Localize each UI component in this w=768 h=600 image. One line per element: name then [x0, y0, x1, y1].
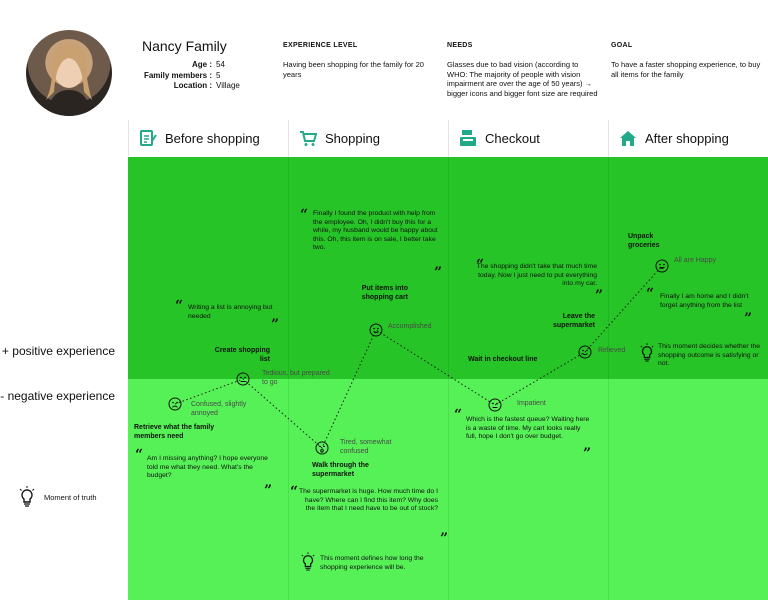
quote-close-mark: ”: [440, 531, 449, 547]
quote-open-mark: “: [135, 447, 144, 463]
neutral-face-icon: [236, 372, 250, 386]
emotion-tedious: Tedious, but prepared to go: [262, 370, 330, 386]
quote-open-mark: “: [454, 407, 463, 423]
quote-close-mark: ”: [434, 265, 443, 281]
quote-supermarket-huge: The supermarket is huge. How much time d…: [298, 488, 438, 513]
quote-open-mark: “: [290, 484, 299, 500]
quote-missing: Am I missing anything? I hope everyone t…: [147, 455, 268, 480]
quote-close-mark: ”: [271, 317, 280, 333]
action-walk: Walk through the supermarket: [312, 462, 369, 478]
quote-home: Finally I am home and I didn't forget an…: [660, 293, 749, 309]
action-retrieve: Retrieve what the family members need: [134, 424, 215, 440]
action-create-list: Create shopping list: [214, 347, 270, 363]
neutral-face-icon: [488, 398, 502, 412]
lightbulb-icon: [301, 552, 315, 571]
quote-open-mark: “: [646, 286, 655, 302]
happy-face-icon: [655, 259, 669, 273]
tired-face-icon: [315, 441, 329, 455]
lightbulb-icon: [640, 343, 654, 362]
moment-outcome: This moment decides whether the shopping…: [658, 343, 761, 368]
emotion-accomplished: Accomplished: [388, 323, 432, 330]
quote-close-mark: ”: [595, 288, 604, 304]
quote-close-mark: ”: [583, 446, 592, 462]
quote-close-mark: ”: [744, 311, 753, 327]
quote-writing-list: Writing a list is annoying but needed: [188, 304, 273, 320]
quote-shopping-time: The shopping didn't take that much time …: [476, 263, 597, 288]
quote-found-product: Finally I found the product with help fr…: [313, 210, 438, 252]
action-unpack: Unpack groceries: [628, 233, 660, 249]
quote-open-mark: “: [175, 298, 184, 314]
moment-shopping-length: This moment defines how long the shoppin…: [320, 555, 424, 571]
action-wait: Wait in checkout line: [468, 356, 538, 363]
emotion-impatient: Impatient: [517, 400, 546, 407]
sad-face-icon: [168, 397, 182, 411]
smile-face-icon: [369, 323, 383, 337]
quote-fastest-queue: Which is the fastest queue? Waiting here…: [466, 416, 590, 441]
action-put-items: Put items into shopping cart: [361, 285, 408, 301]
emotion-happy: All are Happy: [674, 257, 717, 264]
emotion-confused: Confused, slightly annoyed: [191, 401, 247, 417]
smile-face-icon: [578, 345, 592, 359]
quote-close-mark: ”: [264, 483, 273, 499]
emotion-tired: Tired, somewhat confused: [340, 439, 392, 455]
action-leave: Leave the supermarket: [552, 313, 595, 329]
quote-open-mark: “: [300, 207, 309, 223]
